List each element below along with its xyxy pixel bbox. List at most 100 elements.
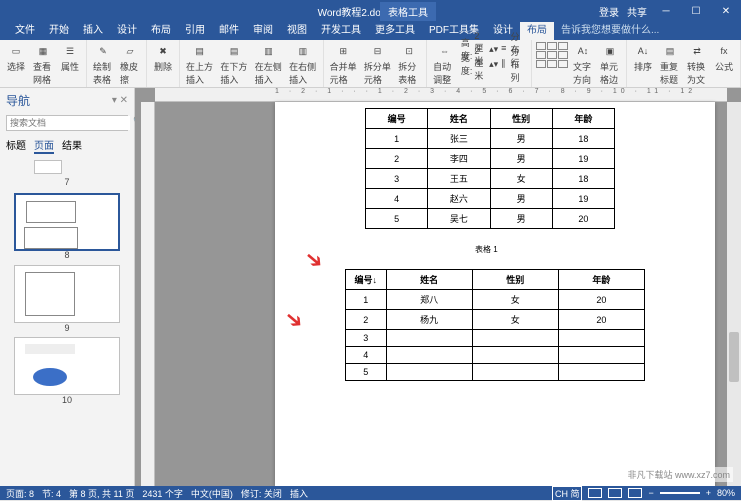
tab-more-tools[interactable]: 更多工具 — [368, 22, 422, 40]
vertical-scrollbar[interactable] — [727, 102, 741, 486]
split-table-button[interactable]: ⊡拆分表格 — [396, 42, 422, 87]
ribbon-group-draw: ✎绘制表格 ▱橡皮擦 绘图 — [87, 40, 147, 87]
horizontal-ruler[interactable]: 1 · 2 · 1 · · · 1 · 2 · 3 · 4 · 5 · 6 · … — [155, 88, 727, 102]
page-canvas[interactable]: 编号姓名性别年龄 1张三男18 2李四男19 3王五女18 4赵六男19 5吴七… — [275, 102, 715, 486]
formula-button[interactable]: fx公式 — [712, 42, 736, 74]
status-lang[interactable]: 中文(中国) — [191, 487, 233, 500]
zoom-level[interactable]: 80% — [717, 488, 735, 498]
draw-table-button[interactable]: ✎绘制表格 — [91, 42, 115, 87]
delete-button[interactable]: ✖删除 — [151, 42, 175, 74]
status-page[interactable]: 页面: 8 — [6, 487, 34, 500]
split-table-icon: ⊡ — [401, 43, 417, 59]
ribbon-group-cell-size: ⇔自动调整 高度:2 厘米▴▾ 宽度:2 厘米▴▾ ≡分布行 ∥分布列 单元格大… — [427, 40, 532, 87]
sort-icon: A↓ — [635, 43, 651, 59]
sort-button[interactable]: A↓排序 — [631, 42, 655, 74]
text-direction-button[interactable]: A↕文字方向 — [571, 42, 595, 87]
direction-icon: A↕ — [575, 43, 591, 59]
distribute-cols-button[interactable]: ∥分布列 — [501, 57, 527, 71]
cols-icon: ∥ — [501, 58, 508, 70]
header-icon: ▤ — [662, 43, 678, 59]
autofit-button[interactable]: ⇔自动调整 — [431, 42, 458, 87]
col-width-input[interactable]: 宽度:2 厘米▴▾ — [461, 57, 498, 71]
thumb-page-9[interactable]: 9 — [14, 265, 120, 323]
delete-icon: ✖ — [155, 43, 171, 59]
col-left-icon: ▥ — [260, 43, 276, 59]
close-pane-icon[interactable]: ▾ ✕ — [112, 95, 128, 106]
context-tool-label: 表格工具 — [380, 2, 436, 21]
account-link[interactable]: 登录 — [599, 4, 619, 19]
maximize-button[interactable]: ☐ — [685, 2, 707, 20]
tab-review[interactable]: 审阅 — [246, 22, 280, 40]
table-row: 2李四男19 — [366, 149, 615, 169]
status-section[interactable]: 节: 4 — [42, 487, 61, 500]
ribbon-group-merge: ⊞合并单元格 ⊟拆分单元格 ⊡拆分表格 合并 — [324, 40, 428, 87]
nav-tabs: 标题 页面 结果 — [6, 137, 128, 154]
tab-layout[interactable]: 布局 — [144, 22, 178, 40]
stepper-icon: ▴▾ — [489, 59, 498, 70]
autofit-icon: ⇔ — [436, 43, 452, 59]
nav-tab-headings[interactable]: 标题 — [6, 137, 26, 154]
ribbon: ▭选择 ▦查看网格线 ☰属性 表 ✎绘制表格 ▱橡皮擦 绘图 ✖删除 ▤在上方插… — [0, 40, 741, 88]
pencil-icon: ✎ — [95, 43, 111, 59]
close-button[interactable]: ✕ — [715, 2, 737, 20]
document-area: 1 · 2 · 1 · · · 1 · 2 · 3 · 4 · 5 · 6 · … — [135, 88, 741, 486]
rows-icon: ≡ — [501, 43, 508, 55]
ribbon-group-delete: ✖删除 — [147, 40, 180, 87]
watermark: 非凡下载站 www.xz7.com — [624, 467, 733, 482]
share-button[interactable]: 共享 — [627, 4, 647, 19]
properties-button[interactable]: ☰属性 — [58, 42, 82, 74]
tab-insert[interactable]: 插入 — [76, 22, 110, 40]
status-insert[interactable]: 插入 — [290, 487, 308, 500]
split-icon: ⊟ — [370, 43, 386, 59]
tab-design[interactable]: 设计 — [110, 22, 144, 40]
scrollbar-thumb[interactable] — [729, 332, 739, 382]
nav-tab-pages[interactable]: 页面 — [34, 137, 54, 154]
ime-indicator[interactable]: CH 简 — [552, 486, 583, 501]
insert-above-button[interactable]: ▤在上方插入 — [184, 42, 215, 87]
status-track[interactable]: 修订: 关闭 — [241, 487, 282, 500]
select-button[interactable]: ▭选择 — [4, 42, 28, 74]
eraser-button[interactable]: ▱橡皮擦 — [118, 42, 142, 87]
annotation-arrow-2: ➔ — [279, 304, 310, 336]
tab-home[interactable]: 开始 — [42, 22, 76, 40]
nav-tab-results[interactable]: 结果 — [62, 137, 82, 154]
table-caption[interactable]: 表格 1 — [475, 244, 498, 255]
status-words[interactable]: 2431 个字 — [142, 487, 183, 500]
alignment-grid[interactable] — [536, 42, 568, 68]
tab-file[interactable]: 文件 — [8, 22, 42, 40]
thumb-page-10[interactable]: 10 — [14, 337, 120, 395]
table-row: 1郑八女20 — [346, 290, 645, 310]
tab-developer[interactable]: 开发工具 — [314, 22, 368, 40]
thumb-partial[interactable] — [34, 160, 62, 174]
view-print-button[interactable] — [608, 488, 622, 498]
tell-me-search[interactable]: 告诉我您想要做什么... — [554, 22, 666, 40]
zoom-slider[interactable] — [660, 492, 700, 494]
tab-references[interactable]: 引用 — [178, 22, 212, 40]
zoom-in-button[interactable]: + — [706, 488, 711, 498]
table-row: 4赵六男19 — [366, 189, 615, 209]
tab-mailings[interactable]: 邮件 — [212, 22, 246, 40]
stepper-icon: ▴▾ — [489, 44, 498, 55]
split-cells-button[interactable]: ⊟拆分单元格 — [362, 42, 393, 87]
zoom-out-button[interactable]: − — [648, 488, 653, 498]
status-pages[interactable]: 第 8 页, 共 11 页 — [69, 487, 134, 500]
insert-below-button[interactable]: ▤在下方插入 — [218, 42, 249, 87]
merge-icon: ⊞ — [335, 43, 351, 59]
table-1[interactable]: 编号姓名性别年龄 1张三男18 2李四男19 3王五女18 4赵六男19 5吴七… — [365, 108, 615, 229]
view-web-button[interactable] — [628, 488, 642, 498]
ribbon-group-data: A↓排序 ▤重复标题行 ⇄转换为文本 fx公式 数据 — [627, 40, 741, 87]
nav-search[interactable]: 🔍 — [6, 115, 128, 131]
table-2[interactable]: 编号↓姓名性别年龄 1郑八女20 2杨九女20 3 4 5 — [345, 269, 645, 381]
vertical-ruler[interactable] — [141, 102, 155, 486]
insert-left-button[interactable]: ▥在左侧插入 — [253, 42, 284, 87]
thumb-page-8[interactable]: 8 — [14, 193, 120, 251]
minimize-button[interactable]: ─ — [655, 2, 677, 20]
tab-view[interactable]: 视图 — [280, 22, 314, 40]
title-bar: Word教程2.docx - Word 表格工具 登录 共享 ─ ☐ ✕ — [0, 0, 741, 22]
col-right-icon: ▥ — [295, 43, 311, 59]
view-read-button[interactable] — [588, 488, 602, 498]
merge-cells-button[interactable]: ⊞合并单元格 — [328, 42, 359, 87]
table-row: 2杨九女20 — [346, 310, 645, 330]
search-input[interactable] — [7, 116, 130, 130]
insert-right-button[interactable]: ▥在右侧插入 — [287, 42, 318, 87]
